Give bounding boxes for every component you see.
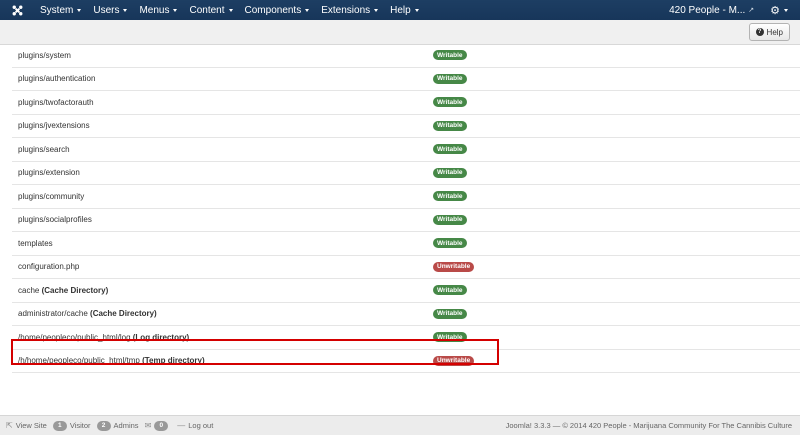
gear-icon: ⚙ <box>770 4 780 17</box>
table-row: plugins/extension Writable <box>12 160 800 185</box>
visitors-status: 1 Visitor <box>52 420 91 431</box>
directory-path: plugins/extension <box>18 168 80 178</box>
menu-components-label: Components <box>244 4 302 16</box>
menu-help[interactable]: Help <box>384 0 425 20</box>
table-row: administrator/cache (Cache Directory) Wr… <box>12 301 800 326</box>
status-badge: Writable <box>433 285 467 296</box>
table-row: /h/home/peopleco/public_html/tmp (Temp d… <box>12 348 800 373</box>
admin-count-badge: 2 <box>96 420 111 431</box>
question-circle-icon: ? <box>755 28 764 36</box>
caret-down-icon <box>784 8 788 12</box>
view-site-label: View Site <box>15 421 47 430</box>
status-footer: ⇱ View Site 1 Visitor 2 Admins ✉ 0 — Log… <box>0 415 800 435</box>
status-badge: Writable <box>433 120 467 131</box>
table-row: templates Writable <box>12 231 800 255</box>
status-badge: Writable <box>433 238 467 249</box>
caret-down-icon <box>228 8 233 12</box>
status-badge: Writable <box>433 214 467 225</box>
status-badge: Unwritable <box>433 261 475 272</box>
status-badge: Writable <box>433 50 467 61</box>
admins-status: 2 Admins <box>96 420 139 431</box>
logout-label: Log out <box>188 421 214 430</box>
site-name: 420 People - M... <box>669 4 746 16</box>
table-row: plugins/search Writable <box>12 137 800 161</box>
directory-permissions-table: plugins/system Writable plugins/authenti… <box>12 44 800 373</box>
top-navbar: System Users Menus Content Components Ex… <box>0 0 800 20</box>
table-row: /home/peopleco/public_html/log (Log dire… <box>12 325 800 349</box>
table-row: plugins/socialprofiles Writable <box>12 207 800 232</box>
menu-users-label: Users <box>93 4 120 16</box>
admin-label: Admins <box>113 421 139 430</box>
table-row: plugins/authentication Writable <box>12 66 800 91</box>
main-menu: System Users Menus Content Components Ex… <box>34 0 425 20</box>
messages-status[interactable]: ✉ 0 <box>144 420 172 431</box>
help-button-label: Help <box>766 27 783 37</box>
table-row: plugins/twofactorauth Writable <box>12 90 800 114</box>
external-link-icon: ⇱ <box>6 421 13 430</box>
status-badge: Writable <box>433 167 467 178</box>
menu-components[interactable]: Components <box>239 0 316 20</box>
menu-system[interactable]: System <box>34 0 87 20</box>
directory-path: plugins/twofactorauth <box>18 97 94 107</box>
toolbar: ? Help <box>0 20 800 45</box>
table-row: cache (Cache Directory) Writable <box>12 278 800 302</box>
status-badge: Writable <box>433 308 467 319</box>
settings-menu[interactable]: ⚙ <box>770 4 788 17</box>
table-row: plugins/jvextensions Writable <box>12 113 800 138</box>
menu-extensions-label: Extensions <box>321 4 371 16</box>
caret-down-icon <box>173 8 178 12</box>
status-badge: Writable <box>433 73 467 84</box>
menu-help-label: Help <box>390 4 411 16</box>
directory-path: /h/home/peopleco/public_html/tmp (Temp d… <box>18 356 205 366</box>
envelope-icon: ✉ <box>144 421 152 430</box>
help-button[interactable]: ? Help <box>748 23 790 41</box>
menu-menus-label: Menus <box>139 4 170 16</box>
message-count-badge: 0 <box>154 420 169 431</box>
visitor-count-badge: 1 <box>52 420 67 431</box>
directory-path: cache (Cache Directory) <box>18 285 109 295</box>
menu-content[interactable]: Content <box>183 0 238 20</box>
footer-links: ⇱ View Site 1 Visitor 2 Admins ✉ 0 — Log… <box>0 420 219 431</box>
caret-down-icon <box>77 8 82 12</box>
directory-path: plugins/system <box>18 50 71 60</box>
menu-content-label: Content <box>189 4 225 16</box>
status-badge: Writable <box>433 144 467 155</box>
footer-copyright: Joomla! 3.3.3 — © 2014 420 People - Mari… <box>505 421 792 430</box>
table-row: plugins/community Writable <box>12 184 800 208</box>
visitor-label: Visitor <box>69 421 91 430</box>
site-name-link[interactable]: 420 People - M... ↗ <box>669 5 754 16</box>
directory-path: administrator/cache (Cache Directory) <box>18 309 157 319</box>
menu-users[interactable]: Users <box>87 0 133 20</box>
external-link-icon: ↗ <box>748 7 755 14</box>
caret-down-icon <box>305 8 310 12</box>
directory-path: plugins/authentication <box>18 74 96 84</box>
directory-path: plugins/jvextensions <box>18 121 90 131</box>
status-badge: Writable <box>433 332 467 343</box>
directory-path: plugins/socialprofiles <box>18 215 92 225</box>
status-badge: Writable <box>433 191 467 202</box>
caret-down-icon <box>414 8 419 12</box>
caret-down-icon <box>123 8 128 12</box>
logout-link[interactable]: — Log out <box>177 421 213 430</box>
directory-path: templates <box>18 238 53 248</box>
status-badge: Unwritable <box>433 355 475 366</box>
directory-path: plugins/search <box>18 144 70 154</box>
navbar-right: 420 People - M... ↗ ⚙ <box>669 0 800 20</box>
view-site-link[interactable]: ⇱ View Site <box>6 421 47 430</box>
menu-system-label: System <box>40 4 74 16</box>
status-badge: Writable <box>433 97 467 108</box>
menu-menus[interactable]: Menus <box>133 0 183 20</box>
joomla-logo-icon[interactable] <box>0 0 34 20</box>
minus-icon: — <box>177 421 186 430</box>
menu-extensions[interactable]: Extensions <box>315 0 384 20</box>
directory-path: plugins/community <box>18 191 85 201</box>
table-row: plugins/system Writable <box>12 44 800 67</box>
directory-path: configuration.php <box>18 262 80 272</box>
table-row: configuration.php Unwritable <box>12 254 800 279</box>
caret-down-icon <box>374 8 379 12</box>
directory-path: /home/peopleco/public_html/log (Log dire… <box>18 332 190 342</box>
